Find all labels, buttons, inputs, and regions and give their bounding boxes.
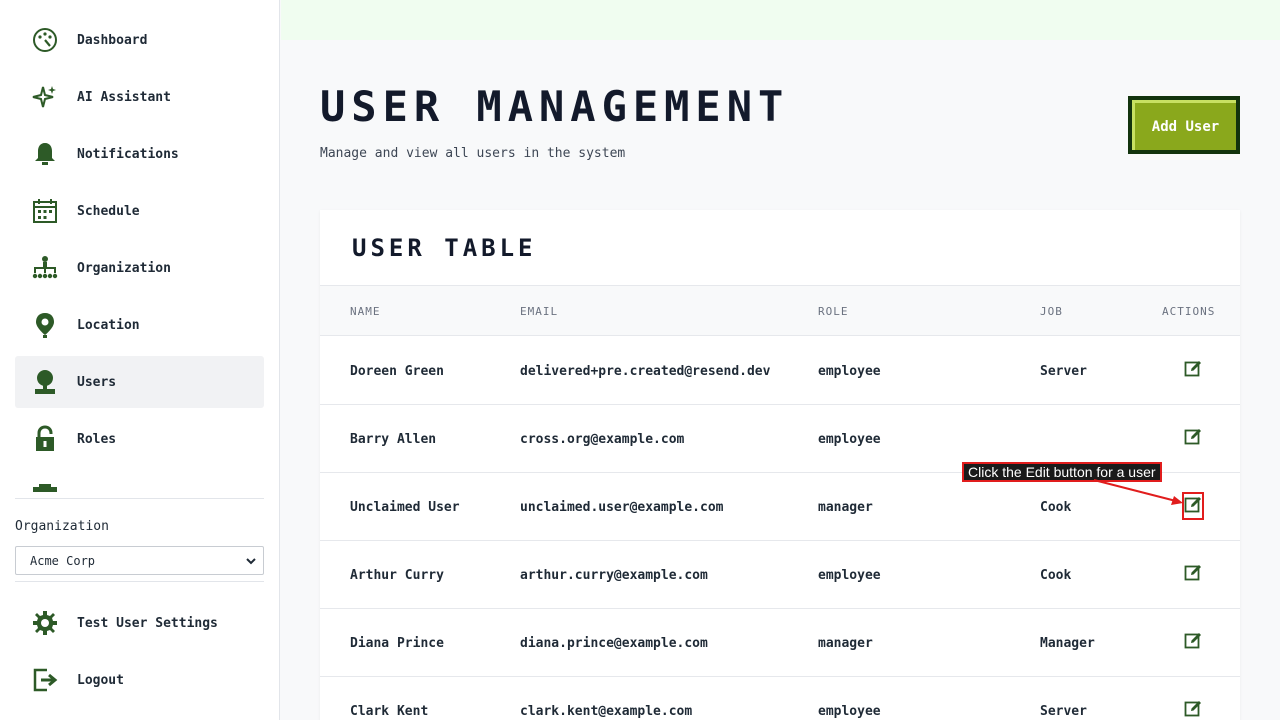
edit-icon[interactable] <box>1184 699 1202 717</box>
user-icon <box>35 370 55 394</box>
table-title: User Table <box>352 234 537 262</box>
table-row: Doreen Green delivered+pre.created@resend… <box>320 337 1240 405</box>
sidebar-item-location[interactable]: Location <box>15 299 264 351</box>
map-pin-icon <box>36 313 54 338</box>
sidebar-nav: Dashboard AI Assistant Notifications Sch… <box>15 14 264 492</box>
sidebar-item-roles[interactable]: Roles <box>15 413 264 465</box>
sidebar-item-label: Roles <box>77 431 117 447</box>
sidebar-item-label: Location <box>77 317 140 333</box>
sidebar-item-label: Users <box>77 374 117 390</box>
table-header: Name Email Role Job Actions <box>320 285 1240 336</box>
sidebar-item-label: AI Assistant <box>77 89 171 105</box>
page-subtitle: Manage and view all users in the system <box>320 146 626 161</box>
cell-job: Server <box>1040 704 1087 719</box>
cell-name: Clark Kent <box>350 704 429 719</box>
table-row: Unclaimed User unclaimed.user@example.com… <box>320 473 1240 541</box>
column-header-actions: Actions <box>1162 305 1216 318</box>
edit-icon[interactable] <box>1184 359 1202 377</box>
sidebar-item-label: Test User Settings <box>77 615 218 631</box>
column-header-job: Job <box>1040 305 1063 318</box>
cell-role: employee <box>818 704 881 719</box>
cell-role: manager <box>818 500 873 515</box>
calendar-icon <box>33 199 57 223</box>
sidebar-item-notifications[interactable]: Notifications <box>15 128 264 180</box>
table-row: Clark Kent clark.kent@example.com employee… <box>320 677 1240 720</box>
cell-email: diana.prince@example.com <box>520 636 708 651</box>
cell-name: Doreen Green <box>350 364 444 379</box>
bell-icon <box>35 143 55 165</box>
edit-icon[interactable] <box>1184 631 1202 649</box>
cell-email: unclaimed.user@example.com <box>520 500 724 515</box>
cell-email: cross.org@example.com <box>520 432 685 447</box>
cell-job: Server <box>1040 364 1087 379</box>
sidebar-item-label: Dashboard <box>77 32 148 48</box>
sidebar: Dashboard AI Assistant Notifications Sch… <box>0 0 280 720</box>
column-header-name: Name <box>350 305 381 318</box>
sidebar-item-label: Organization <box>77 260 171 276</box>
table-row: Diana Prince diana.prince@example.com mana… <box>320 609 1240 677</box>
sidebar-item-dashboard[interactable]: Dashboard <box>15 14 264 66</box>
instruction-callout: Click the Edit button for a user <box>962 462 1162 482</box>
top-banner <box>281 0 1280 40</box>
column-header-role: Role <box>818 305 849 318</box>
sidebar-item-users[interactable]: Users <box>15 356 264 408</box>
sidebar-item-logout[interactable]: Logout <box>15 654 264 706</box>
gear-icon <box>33 611 57 635</box>
table-row: Arthur Curry arthur.curry@example.com empl… <box>320 541 1240 609</box>
chevron-down-icon <box>246 558 256 565</box>
sidebar-item-schedule[interactable]: Schedule <box>15 185 264 237</box>
sidebar-item-ai-assistant[interactable]: AI Assistant <box>15 71 264 123</box>
cell-role: employee <box>818 432 881 447</box>
cell-email: clark.kent@example.com <box>520 704 693 719</box>
add-user-button[interactable]: Add User <box>1128 96 1240 154</box>
add-user-button-label: Add User <box>1132 100 1236 150</box>
cell-job: Cook <box>1040 500 1072 515</box>
logout-icon <box>33 668 58 692</box>
cell-name: Barry Allen <box>350 432 437 447</box>
lock-icon <box>36 425 54 451</box>
dashboard-icon <box>33 28 57 52</box>
sidebar-item-test-user-settings[interactable]: Test User Settings <box>15 597 264 649</box>
cell-email: arthur.curry@example.com <box>520 568 708 583</box>
briefcase-icon <box>33 484 57 492</box>
cell-name: Unclaimed User <box>350 500 460 515</box>
column-header-email: Email <box>520 305 559 318</box>
divider <box>15 498 264 499</box>
cell-email: delivered+pre.created@resend.dev <box>520 364 771 379</box>
cell-job: Manager <box>1040 636 1095 651</box>
cell-role: manager <box>818 636 873 651</box>
highlight-box <box>1182 492 1204 520</box>
page-title: User Management <box>320 82 790 131</box>
org-chart-icon <box>32 256 58 279</box>
edit-icon[interactable] <box>1184 563 1202 581</box>
sidebar-item-label: Schedule <box>77 203 140 219</box>
sidebar-item-organization[interactable]: Organization <box>15 242 264 294</box>
organization-label: Organization <box>15 519 109 534</box>
edit-icon[interactable] <box>1184 427 1202 445</box>
sidebar-item-label: Logout <box>77 672 124 688</box>
cell-name: Arthur Curry <box>350 568 444 583</box>
cell-job: Cook <box>1040 568 1072 583</box>
sparkle-icon <box>32 86 56 108</box>
organization-select-value: Acme Corp <box>30 553 96 568</box>
cell-role: employee <box>818 364 881 379</box>
cell-name: Diana Prince <box>350 636 444 651</box>
cell-role: employee <box>818 568 881 583</box>
sidebar-item-label: Notifications <box>77 146 179 162</box>
sidebar-item-partial[interactable] <box>15 470 264 492</box>
divider <box>15 581 264 582</box>
organization-select[interactable]: Acme Corp <box>15 546 264 575</box>
